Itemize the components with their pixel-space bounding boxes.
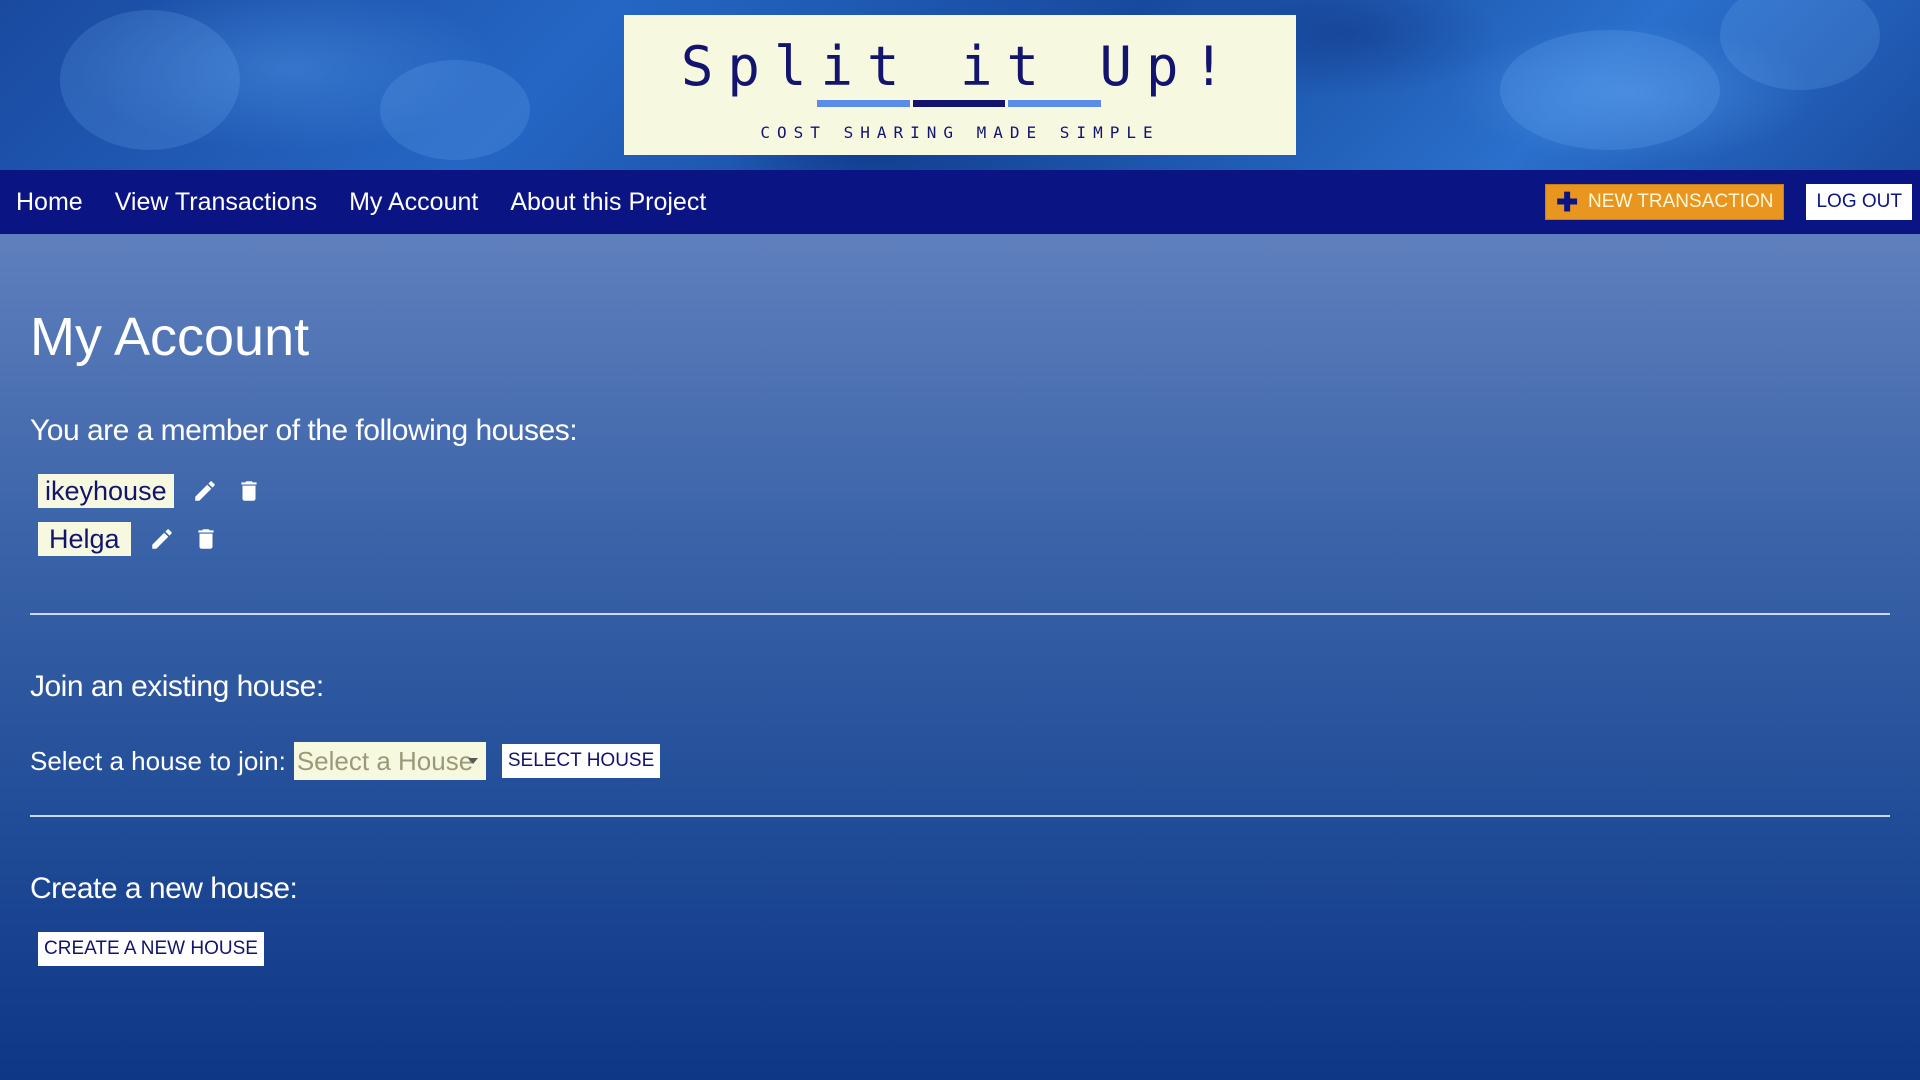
join-heading: Join an existing house: [30, 670, 324, 703]
logo-title: Split it Up! [680, 35, 1240, 98]
nav-about[interactable]: About this Project [510, 188, 706, 217]
house-row: ikeyhouse [38, 474, 262, 508]
edit-pencil-icon[interactable] [149, 525, 175, 553]
join-label: Select a house to join: [30, 745, 286, 776]
logo-subtitle: COST SHARING MADE SIMPLE [760, 123, 1160, 142]
create-heading: Create a new house: [30, 872, 298, 905]
logo-bar-left [817, 100, 910, 107]
house-name[interactable]: Helga [38, 522, 131, 556]
logo[interactable]: Split it Up! COST SHARING MADE SIMPLE [624, 15, 1296, 155]
new-transaction-button[interactable]: ✚ NEW TRANSACTION [1545, 184, 1785, 220]
banner-texture [1500, 30, 1720, 150]
section-divider [30, 815, 1890, 817]
page-title: My Account [30, 307, 310, 367]
houses-heading: You are a member of the following houses… [30, 414, 578, 447]
plus-icon: ✚ [1556, 187, 1579, 217]
header-banner: Split it Up! COST SHARING MADE SIMPLE [0, 0, 1920, 170]
select-house-button[interactable]: SELECT HOUSE [501, 744, 661, 778]
create-house-button[interactable]: CREATE A NEW HOUSE [38, 932, 264, 966]
banner-texture [1720, 0, 1880, 90]
edit-pencil-icon[interactable] [192, 477, 218, 505]
logo-bar-middle [912, 100, 1006, 107]
banner-texture [60, 10, 240, 150]
chevron-down-icon [467, 758, 478, 764]
house-name[interactable]: ikeyhouse [38, 474, 174, 508]
trash-icon[interactable] [193, 525, 219, 553]
logo-bar-right [1008, 100, 1102, 107]
banner-texture [380, 60, 530, 160]
join-house-row: Select a house to join: Select a House S… [30, 742, 661, 780]
logo-bars [817, 100, 1102, 107]
trash-icon[interactable] [236, 477, 262, 505]
top-navbar: Home View Transactions My Account About … [0, 170, 1920, 234]
house-row: Helga [38, 522, 219, 556]
nav-home[interactable]: Home [16, 188, 83, 217]
logout-button[interactable]: LOG OUT [1806, 184, 1912, 220]
nav-actions: ✚ NEW TRANSACTION LOG OUT [1545, 184, 1912, 220]
nav-view-transactions[interactable]: View Transactions [115, 188, 317, 217]
house-select[interactable]: Select a House [293, 742, 486, 780]
section-divider [30, 613, 1890, 615]
nav-my-account[interactable]: My Account [349, 188, 478, 217]
new-transaction-label: NEW TRANSACTION [1588, 191, 1774, 212]
house-select-placeholder: Select a House [296, 745, 474, 776]
